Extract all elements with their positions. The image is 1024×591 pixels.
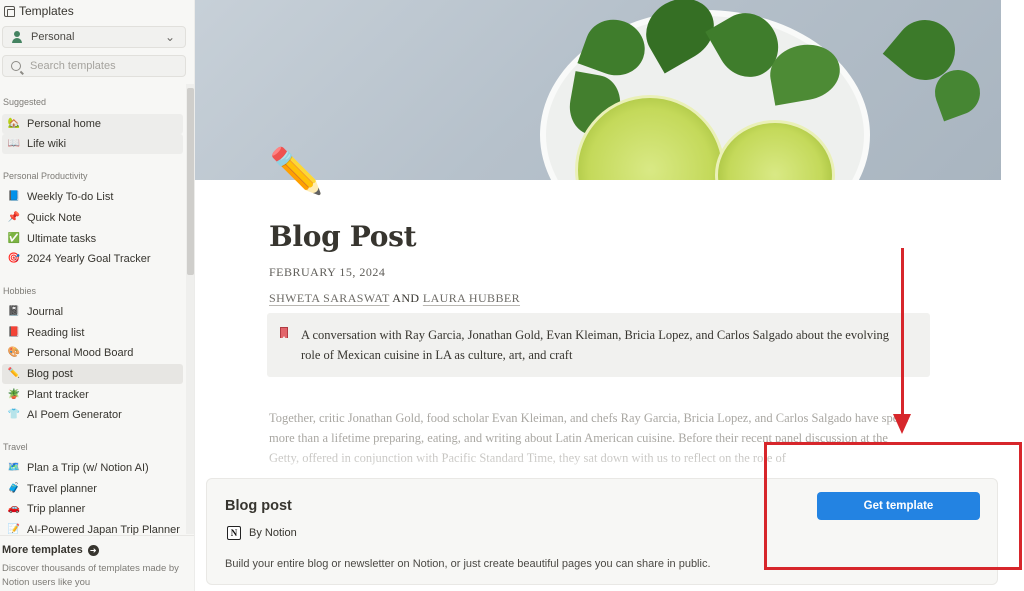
notion-logo-icon: N <box>227 526 241 540</box>
author-link[interactable]: SHWETA SARASWAT <box>269 291 390 305</box>
sidebar-item-label: AI Poem Generator <box>27 409 122 421</box>
book-icon: 📖 <box>7 138 21 149</box>
palette-icon: 🎨 <box>7 347 21 358</box>
spiral-notebook-icon: 📓 <box>7 306 21 317</box>
sidebar-item-label: Quick Note <box>27 212 82 224</box>
annotation-arrow-line <box>901 248 904 420</box>
sidebar-header: Templates <box>4 4 74 18</box>
page-authors: SHWETA SARASWAT AND LAURA HUBBER <box>269 291 520 306</box>
page-title: Blog Post <box>269 220 417 253</box>
template-sidebar: Templates Personal ⌄ Search templates Su… <box>0 0 195 591</box>
sidebar-item-personal-home[interactable]: 🏡 Personal home <box>2 114 183 134</box>
sidebar-item-reading-list[interactable]: 📕 Reading list <box>2 323 183 343</box>
template-name: Blog post <box>225 498 292 514</box>
sidebar-item-weekly-todo[interactable]: 📘 Weekly To-do List <box>2 187 183 207</box>
sidebar-item-plan-trip[interactable]: 🗺️ Plan a Trip (w/ Notion AI) <box>2 458 183 478</box>
notebook-icon: 📘 <box>7 191 21 202</box>
section-personal-productivity: Personal Productivity <box>3 171 88 181</box>
sidebar-item-label: Personal home <box>27 118 101 130</box>
bookmark-icon <box>280 327 288 339</box>
more-templates-label: More templates <box>2 544 83 556</box>
memo-icon: 📝 <box>7 524 21 535</box>
person-icon <box>11 31 23 43</box>
template-description: Build your entire blog or newsletter on … <box>225 558 711 570</box>
search-icon <box>11 61 21 71</box>
sidebar-item-label: Blog post <box>27 368 73 380</box>
shirt-icon: 👕 <box>7 409 21 420</box>
callout-block: A conversation with Ray Garcia, Jonathan… <box>267 313 930 377</box>
sidebar-item-life-wiki[interactable]: 📖 Life wiki <box>2 134 183 154</box>
annotation-highlight-box <box>764 442 1022 570</box>
sidebar-item-trip-planner[interactable]: 🚗 Trip planner <box>2 499 183 519</box>
templates-icon <box>4 5 15 17</box>
sidebar-item-label: Travel planner <box>27 483 97 495</box>
more-templates-title[interactable]: More templates ➜ <box>2 544 99 556</box>
sidebar-item-quick-note[interactable]: 📌 Quick Note <box>2 208 183 228</box>
sidebar-item-ultimate-tasks[interactable]: ✅ Ultimate tasks <box>2 229 183 249</box>
sidebar-item-label: Life wiki <box>27 138 67 150</box>
pushpin-icon: 📌 <box>7 212 21 223</box>
sidebar-item-label: Personal Mood Board <box>27 347 134 359</box>
sidebar-scrollbar-thumb[interactable] <box>187 88 194 275</box>
sidebar-item-label: 2024 Yearly Goal Tracker <box>27 253 151 265</box>
red-book-icon: 📕 <box>7 327 21 338</box>
search-templates-input[interactable]: Search templates <box>2 55 186 77</box>
sidebar-item-label: Weekly To-do List <box>27 191 114 203</box>
checkmark-icon: ✅ <box>7 233 21 244</box>
map-icon: 🗺️ <box>7 462 21 473</box>
pencil-icon: ✏️ <box>7 368 21 379</box>
callout-text: A conversation with Ray Garcia, Jonathan… <box>301 328 890 362</box>
sidebar-item-label: Plant tracker <box>27 389 89 401</box>
potted-plant-icon: 🪴 <box>7 389 21 400</box>
search-placeholder: Search templates <box>30 60 116 72</box>
section-hobbies: Hobbies <box>3 286 37 296</box>
more-templates-description: Discover thousands of templates made by … <box>2 563 179 588</box>
workspace-label: Personal <box>31 31 75 43</box>
sidebar-item-label: Ultimate tasks <box>27 233 97 245</box>
template-author: N By Notion <box>227 526 297 540</box>
author-link[interactable]: LAURA HUBBER <box>423 291 520 305</box>
chevron-down-icon: ⌄ <box>164 30 175 44</box>
section-suggested: Suggested <box>3 97 47 107</box>
sidebar-item-label: Plan a Trip (w/ Notion AI) <box>27 462 149 474</box>
sidebar-item-label: Journal <box>27 306 64 318</box>
sidebar-item-blog-post[interactable]: ✏️ Blog post <box>2 364 183 384</box>
template-author-label: By Notion <box>249 527 297 539</box>
more-templates-panel[interactable]: More templates ➜ Discover thousands of t… <box>0 535 194 591</box>
sidebar-item-plant-tracker[interactable]: 🪴 Plant tracker <box>2 385 183 405</box>
page-date: FEBRUARY 15, 2024 <box>269 265 386 279</box>
cover-edge <box>1001 0 1024 180</box>
house-icon: 🏡 <box>7 118 21 129</box>
luggage-icon: 🧳 <box>7 483 21 494</box>
annotation-arrow-head-icon <box>893 414 911 434</box>
sidebar-item-ai-poem[interactable]: 👕 AI Poem Generator <box>2 405 183 425</box>
sidebar-item-label: Reading list <box>27 327 85 339</box>
target-icon: 🎯 <box>7 253 21 264</box>
sidebar-item-mood-board[interactable]: 🎨 Personal Mood Board <box>2 343 183 363</box>
sidebar-item-journal[interactable]: 📓 Journal <box>2 302 183 322</box>
workspace-select[interactable]: Personal ⌄ <box>2 26 186 48</box>
section-travel: Travel <box>3 442 28 452</box>
car-icon: 🚗 <box>7 503 21 514</box>
sidebar-item-travel-planner[interactable]: 🧳 Travel planner <box>2 479 183 499</box>
sidebar-item-goal-tracker[interactable]: 🎯 2024 Yearly Goal Tracker <box>2 249 183 269</box>
sidebar-item-label: Trip planner <box>27 503 86 515</box>
sidebar-title: Templates <box>19 4 74 18</box>
arrow-right-circle-icon: ➜ <box>87 544 99 556</box>
page-emoji-icon: ✏️ <box>269 147 324 196</box>
author-separator: AND <box>392 291 420 305</box>
